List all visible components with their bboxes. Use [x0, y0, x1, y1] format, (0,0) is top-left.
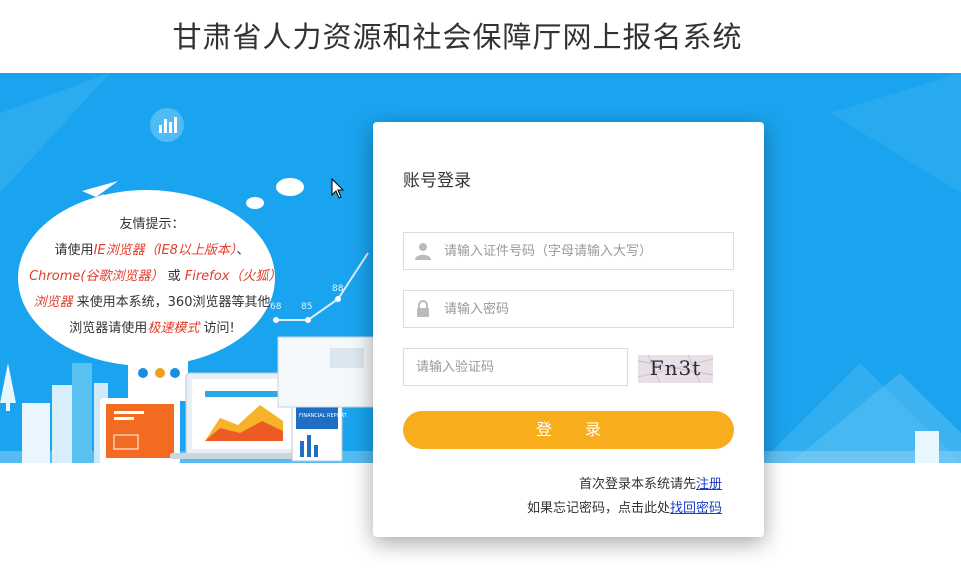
- header: 甘肃省人力资源和社会保障厅网上报名系统: [0, 0, 961, 73]
- forgot-hint: 如果忘记密码，点击此处找回密码: [527, 497, 722, 516]
- ie-browser: IE浏览器（IE8以上版本）: [93, 243, 237, 258]
- svg-text:85: 85: [301, 302, 312, 312]
- register-link[interactable]: 注册: [696, 477, 722, 492]
- captcha-input[interactable]: [416, 349, 616, 385]
- captcha-field[interactable]: [403, 348, 628, 386]
- login-title: 账号登录: [403, 171, 471, 191]
- register-hint-text: 首次登录本系统请先: [578, 477, 696, 492]
- fast-mode: 极速模式: [147, 321, 200, 336]
- forgot-password-link[interactable]: 找回密码: [670, 501, 722, 516]
- mouse-cursor-icon: [331, 178, 345, 199]
- stats-icon: [150, 108, 184, 142]
- svg-text:88: 88: [332, 284, 344, 294]
- chrome-browser: Chrome(谷歌浏览器）: [29, 269, 164, 284]
- password-input[interactable]: [444, 291, 724, 327]
- login-card: 账号登录 Fn3t 登 录 首次登录本系统请先注册 如果忘记密码，点击此处找回密…: [373, 122, 764, 537]
- captcha-image[interactable]: Fn3t: [638, 355, 713, 383]
- tip-title: 友情提示：: [119, 217, 185, 232]
- forgot-hint-text: 如果忘记密码，点击此处: [526, 501, 670, 516]
- tip-visit: 访问!: [199, 321, 235, 336]
- captcha-text: Fn3t: [649, 356, 702, 380]
- tip-line: 请使用IE浏览器（IE8以上版本）、: [28, 238, 276, 264]
- user-icon: [415, 243, 431, 260]
- svg-text:FINANCIAL REPORT: FINANCIAL REPORT: [299, 413, 348, 419]
- register-hint: 首次登录本系统请先注册: [579, 473, 722, 492]
- tip-prefix: 请使用: [54, 243, 94, 258]
- password-field[interactable]: [403, 290, 734, 328]
- tip-line: Chrome(谷歌浏览器） 或 Firefox（火狐）浏览器 来使用本系统，36…: [28, 264, 276, 342]
- tip-text: 友情提示： 请使用IE浏览器（IE8以上版本）、 Chrome(谷歌浏览器） 或…: [28, 212, 276, 342]
- tip-or: 或: [163, 269, 185, 284]
- page-title: 甘肃省人力资源和社会保障厅网上报名系统: [172, 20, 743, 54]
- id-number-input[interactable]: [444, 233, 724, 269]
- tip-sep: 、: [236, 243, 250, 258]
- lock-icon: [417, 300, 429, 317]
- id-field[interactable]: [403, 232, 734, 270]
- login-button[interactable]: 登 录: [403, 411, 734, 449]
